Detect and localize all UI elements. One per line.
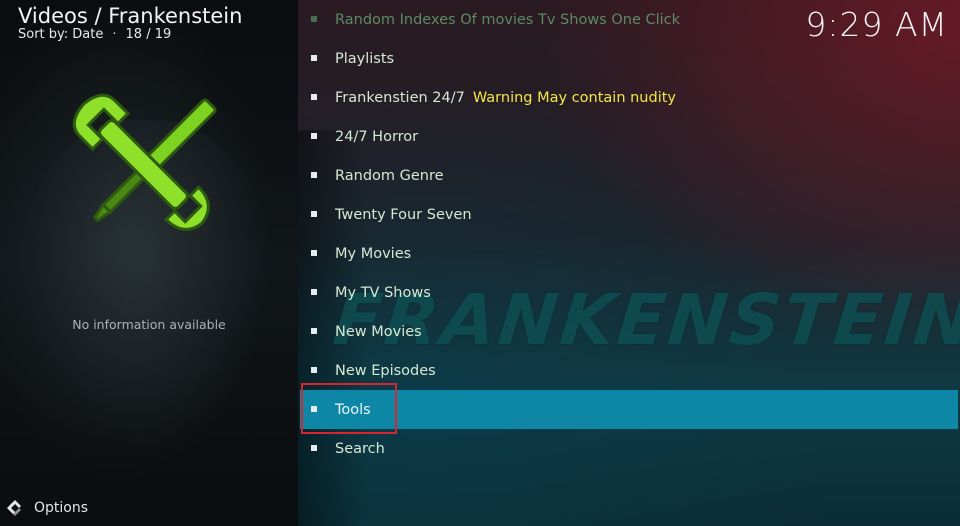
- options-icon: [7, 500, 21, 516]
- menu-item-new-movies[interactable]: New Movies: [300, 312, 958, 351]
- warning-text: Warning May contain nudity: [472, 89, 676, 106]
- bullet-icon: [311, 406, 317, 412]
- menu-item-24-7-horror[interactable]: 24/7 Horror: [300, 117, 958, 156]
- menu-item-label: Playlists: [335, 50, 395, 67]
- menu-item-my-movies[interactable]: My Movies: [300, 234, 958, 273]
- separator-dot: ·: [112, 27, 117, 42]
- sort-info: Sort by: Date · 18 / 19: [18, 27, 171, 42]
- options-label: Options: [34, 500, 89, 516]
- bullet-icon: [311, 367, 317, 373]
- menu-item-search[interactable]: Search: [300, 429, 958, 468]
- sort-label: Sort by: Date: [18, 27, 104, 42]
- item-position: 18 / 19: [125, 27, 172, 42]
- bullet-icon: [311, 16, 317, 22]
- bullet-icon: [311, 133, 317, 139]
- options-button[interactable]: Options: [6, 497, 88, 519]
- menu-item-random-genre[interactable]: Random Genre: [300, 156, 958, 195]
- bullet-icon: [311, 172, 317, 178]
- bullet-icon: [311, 250, 317, 256]
- bullet-icon: [311, 445, 317, 451]
- menu-item-new-episodes[interactable]: New Episodes: [300, 351, 958, 390]
- page-title: Videos / Frankenstein: [18, 4, 243, 28]
- tools-icon: [72, 93, 217, 231]
- info-panel: [0, 0, 298, 526]
- no-info-message: No information available: [72, 317, 226, 332]
- menu-item-label: My TV Shows: [335, 284, 431, 301]
- menu-item-tools[interactable]: Tools: [300, 390, 958, 429]
- menu-item-label: Frankenstien 24/7 Warning May contain nud…: [335, 89, 676, 106]
- menu-item-label: My Movies: [335, 245, 412, 262]
- bullet-icon: [311, 211, 317, 217]
- bullet-icon: [311, 55, 317, 61]
- bullet-icon: [311, 289, 317, 295]
- menu-item-label: Tools: [335, 401, 371, 418]
- bullet-icon: [311, 94, 317, 100]
- menu-item-playlists[interactable]: Playlists: [300, 39, 958, 78]
- menu-item-label: Twenty Four Seven: [335, 206, 472, 223]
- menu-item-frankenstien-24-7[interactable]: Frankenstien 24/7 Warning May contain nud…: [300, 78, 958, 117]
- menu-item-my-tv-shows[interactable]: My TV Shows: [300, 273, 958, 312]
- menu-item-random-indexes-of-movies-tv-shows-one-click[interactable]: Random Indexes Of movies Tv Shows One Cl…: [300, 0, 958, 39]
- menu-item-label: Random Indexes Of movies Tv Shows One Cl…: [335, 11, 681, 28]
- bullet-icon: [311, 328, 317, 334]
- menu-item-label: New Movies: [335, 323, 422, 340]
- menu-item-label: Search: [335, 440, 385, 457]
- menu-item-label: Random Genre: [335, 167, 444, 184]
- menu-item-twenty-four-seven[interactable]: Twenty Four Seven: [300, 195, 958, 234]
- menu-item-label: New Episodes: [335, 362, 436, 379]
- menu-item-label: 24/7 Horror: [335, 128, 419, 145]
